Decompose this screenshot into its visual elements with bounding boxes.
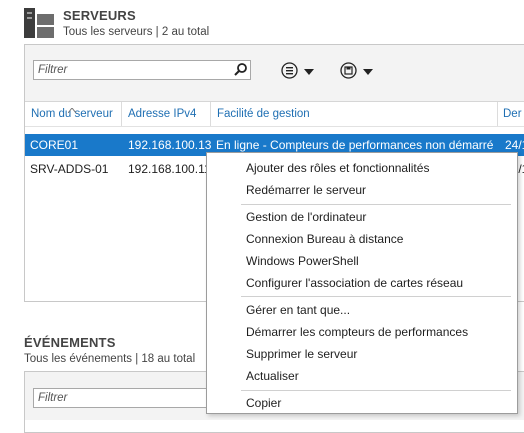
cell-ipv4: 192.168.100.13	[128, 138, 212, 152]
menu-item-restart-server[interactable]: Redémarrer le serveur	[246, 183, 366, 197]
cell-server-name: SRV-ADDS-01	[30, 162, 109, 176]
menu-item-manage-as[interactable]: Gérer en tant que...	[246, 303, 350, 317]
servers-filter-input[interactable]	[34, 61, 222, 79]
cell-last-update: 24/1	[505, 138, 524, 152]
servers-filter-box[interactable]	[33, 60, 251, 80]
cell-manageability: En ligne - Compteurs de performances non…	[216, 138, 494, 152]
list-options-icon	[281, 62, 298, 82]
column-divider[interactable]	[497, 102, 498, 126]
menu-item-add-roles[interactable]: Ajouter des rôles et fonctionnalités	[246, 161, 429, 175]
search-icon[interactable]	[233, 62, 249, 78]
column-header-ipv4[interactable]: Adresse IPv4	[128, 108, 196, 120]
menu-item-remote-desktop[interactable]: Connexion Bureau à distance	[246, 232, 403, 246]
menu-item-start-perf-counters[interactable]: Démarrer les compteurs de performances	[246, 325, 468, 339]
cell-server-name: CORE01	[30, 138, 79, 152]
cell-ipv4: 192.168.100.11	[128, 162, 211, 176]
menu-item-nic-teaming[interactable]: Configurer l'association de cartes résea…	[246, 276, 463, 290]
chevron-down-icon	[363, 69, 373, 75]
menu-separator	[241, 390, 511, 391]
menu-item-copy[interactable]: Copier	[246, 396, 281, 410]
events-title: ÉVÉNEMENTS	[24, 335, 116, 350]
column-header-manageability[interactable]: Facilité de gestion	[217, 108, 310, 120]
menu-separator	[241, 204, 511, 205]
chevron-down-icon	[304, 69, 314, 75]
menu-item-refresh[interactable]: Actualiser	[246, 369, 299, 383]
header-divider	[25, 126, 524, 127]
servers-title: SERVEURS	[63, 8, 136, 23]
column-header-last-update[interactable]: Der	[503, 108, 522, 120]
menu-separator	[241, 296, 511, 297]
save-query-button[interactable]	[340, 62, 373, 82]
save-icon	[340, 62, 357, 82]
menu-item-remove-server[interactable]: Supprimer le serveur	[246, 347, 357, 361]
menu-item-computer-management[interactable]: Gestion de l'ordinateur	[246, 210, 366, 224]
servers-subtitle: Tous les serveurs | 2 au total	[63, 26, 210, 38]
events-subtitle: Tous les événements | 18 au total	[24, 353, 196, 365]
server-group-icon	[24, 8, 54, 38]
events-filter-input[interactable]	[34, 389, 222, 407]
list-options-button[interactable]	[281, 62, 314, 82]
column-divider[interactable]	[210, 102, 211, 126]
menu-item-powershell[interactable]: Windows PowerShell	[246, 254, 359, 268]
context-menu: Ajouter des rôles et fonctionnalités Red…	[206, 152, 518, 414]
column-divider[interactable]	[121, 102, 122, 126]
sort-arrow-icon	[67, 102, 77, 116]
